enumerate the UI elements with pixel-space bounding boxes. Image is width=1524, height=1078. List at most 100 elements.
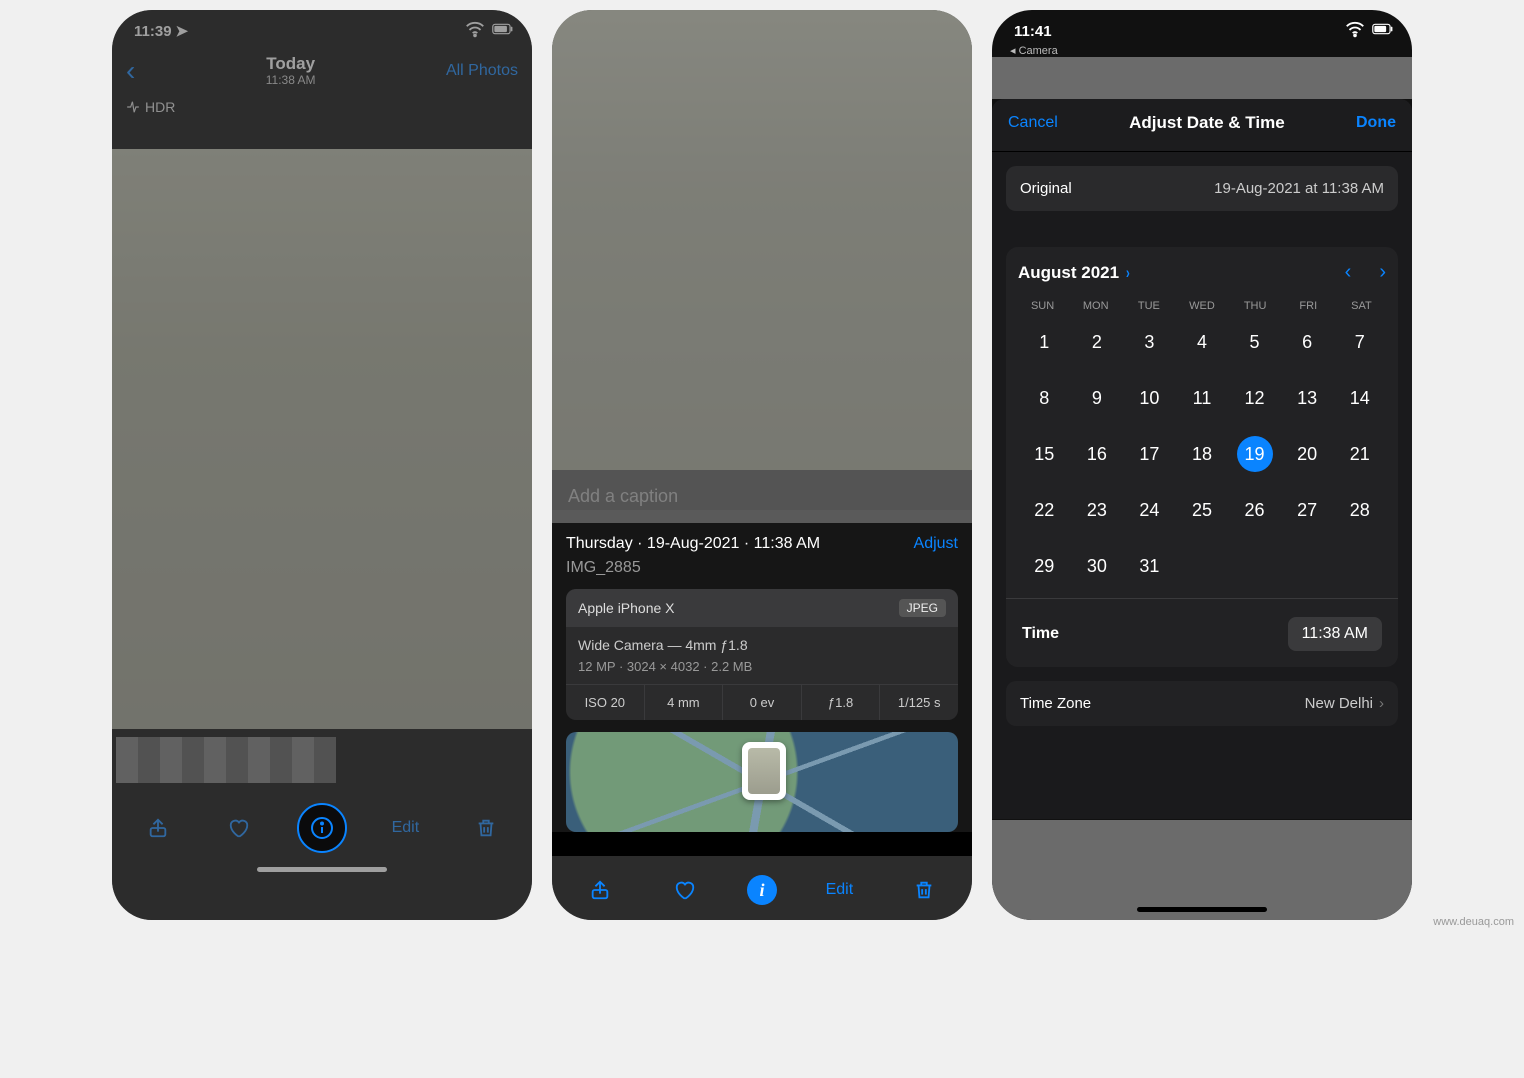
calendar-day[interactable]: 9 (1071, 380, 1124, 416)
edit-button[interactable]: Edit (817, 868, 861, 912)
info-button-active[interactable]: i (747, 875, 777, 905)
home-indicator[interactable] (257, 867, 387, 872)
background-dim-bottom (992, 820, 1412, 920)
calendar-day[interactable]: 25 (1176, 492, 1229, 528)
photo-datetime: Thursday · 19-Aug-2021 · 11:38 AM (566, 535, 820, 553)
calendar-day[interactable]: 11 (1176, 380, 1229, 416)
calendar-day[interactable]: 30 (1071, 548, 1124, 584)
calendar-day[interactable]: 14 (1333, 380, 1386, 416)
exif-ev: 0 ev (723, 685, 802, 720)
device-label: Apple iPhone X (578, 600, 675, 616)
status-bar: 11:39 ➤ (112, 10, 532, 46)
share-button[interactable] (578, 868, 622, 912)
all-photos-button[interactable]: All Photos (446, 62, 518, 80)
exif-shutter: 1/125 s (880, 685, 958, 720)
photo-preview[interactable] (112, 149, 532, 729)
calendar-day[interactable]: 20 (1281, 436, 1334, 472)
delete-button[interactable] (902, 868, 946, 912)
calendar-grid[interactable]: 1234567891011121314151617181920212223242… (1018, 324, 1386, 584)
calendar-day[interactable]: 2 (1071, 324, 1124, 360)
cancel-button[interactable]: Cancel (1008, 114, 1058, 132)
status-bar: 11:41 (992, 10, 1412, 46)
timezone-value: New Delhi (1305, 695, 1373, 712)
info-button[interactable] (297, 803, 347, 853)
original-value: 19-Aug-2021 at 11:38 AM (1214, 180, 1384, 197)
calendar-day[interactable]: 17 (1123, 436, 1176, 472)
original-label: Original (1020, 180, 1072, 197)
nav-title: Today (266, 54, 316, 74)
next-month-button[interactable]: › (1379, 261, 1386, 284)
exif-iso: ISO 20 (566, 685, 645, 720)
specs-label: 12 MP · 3024 × 4032 · 2.2 MB (566, 657, 958, 684)
calendar-day[interactable]: 28 (1333, 492, 1386, 528)
delete-button[interactable] (464, 806, 508, 850)
calendar-day[interactable]: 10 (1123, 380, 1176, 416)
share-button[interactable] (136, 806, 180, 850)
calendar-day[interactable]: 21 (1333, 436, 1386, 472)
calendar-day[interactable]: 19 (1228, 436, 1281, 472)
exif-row: ISO 20 4 mm 0 ev ƒ1.8 1/125 s (566, 684, 958, 720)
nav-title-group: Today 11:38 AM (266, 54, 316, 87)
calendar-day[interactable]: 3 (1123, 324, 1176, 360)
back-to-app[interactable]: ◂ Camera (992, 44, 1412, 57)
favorite-button[interactable] (217, 806, 261, 850)
back-button[interactable]: ‹ (126, 55, 135, 87)
calendar-day[interactable]: 5 (1228, 324, 1281, 360)
calendar-day[interactable]: 24 (1123, 492, 1176, 528)
home-indicator[interactable] (1137, 907, 1267, 912)
adjust-button[interactable]: Adjust (914, 535, 958, 553)
watermark: www.deuaq.com (1433, 916, 1514, 928)
wifi-icon (464, 18, 486, 44)
screen-adjust-datetime: 11:41 ◂ Camera Cancel Adjust Date & Time… (992, 10, 1412, 920)
battery-icon (1372, 18, 1394, 44)
calendar-day[interactable]: 6 (1281, 324, 1334, 360)
calendar-day[interactable]: 16 (1071, 436, 1124, 472)
metadata-card: Apple iPhone X JPEG Wide Camera — 4mm ƒ1… (566, 589, 958, 720)
screen-photo-info: Add a caption Thursday · 19-Aug-2021 · 1… (552, 10, 972, 920)
wifi-icon (1344, 18, 1366, 44)
nav-subtitle: 11:38 AM (266, 74, 316, 88)
modal-nav: Cancel Adjust Date & Time Done (992, 99, 1412, 152)
calendar-day[interactable]: 29 (1018, 548, 1071, 584)
exif-aperture: ƒ1.8 (802, 685, 881, 720)
calendar-day[interactable]: 4 (1176, 324, 1229, 360)
status-time: 11:41 (1014, 23, 1052, 40)
calendar-day[interactable]: 27 (1281, 492, 1334, 528)
status-time: 11:39 (134, 23, 172, 40)
thumbnail-strip[interactable] (116, 737, 336, 783)
nav-bar: ‹ Today 11:38 AM All Photos (112, 46, 532, 95)
map-preview[interactable] (566, 732, 958, 832)
bottom-toolbar: Edit (112, 791, 532, 861)
month-picker-button[interactable]: August 2021 › (1018, 263, 1131, 283)
calendar-day[interactable]: 22 (1018, 492, 1071, 528)
location-icon: ➤ (176, 22, 189, 40)
chevron-right-icon: › (1126, 263, 1130, 283)
chevron-right-icon: › (1379, 695, 1384, 712)
hdr-badge: HDR (112, 95, 532, 119)
calendar-day[interactable]: 1 (1018, 324, 1071, 360)
screen-photo-viewer: 11:39 ➤ ‹ Today 11:38 AM All Photos HD (112, 10, 532, 920)
done-button[interactable]: Done (1356, 114, 1396, 132)
calendar-day[interactable]: 12 (1228, 380, 1281, 416)
calendar-day[interactable]: 26 (1228, 492, 1281, 528)
exif-focal: 4 mm (645, 685, 724, 720)
time-picker-button[interactable]: 11:38 AM (1288, 617, 1382, 651)
lens-label: Wide Camera — 4mm ƒ1.8 (566, 627, 958, 657)
hdr-label: HDR (145, 99, 175, 115)
prev-month-button[interactable]: ‹ (1345, 261, 1352, 284)
info-panel: Thursday · 19-Aug-2021 · 11:38 AM Adjust… (552, 523, 972, 832)
calendar-day[interactable]: 15 (1018, 436, 1071, 472)
map-pin-icon (742, 742, 786, 800)
original-datetime-row: Original 19-Aug-2021 at 11:38 AM (1006, 166, 1398, 211)
calendar-day[interactable]: 13 (1281, 380, 1334, 416)
calendar-day[interactable]: 18 (1176, 436, 1229, 472)
timezone-row[interactable]: Time Zone New Delhi › (1006, 681, 1398, 726)
calendar-day[interactable]: 23 (1071, 492, 1124, 528)
favorite-button[interactable] (663, 868, 707, 912)
day-of-week-row: SUNMONTUEWEDTHUFRISAT (1018, 300, 1386, 312)
bottom-toolbar: i Edit (552, 856, 972, 920)
calendar-day[interactable]: 7 (1333, 324, 1386, 360)
calendar-day[interactable]: 31 (1123, 548, 1176, 584)
calendar-day[interactable]: 8 (1018, 380, 1071, 416)
edit-button[interactable]: Edit (383, 806, 427, 850)
